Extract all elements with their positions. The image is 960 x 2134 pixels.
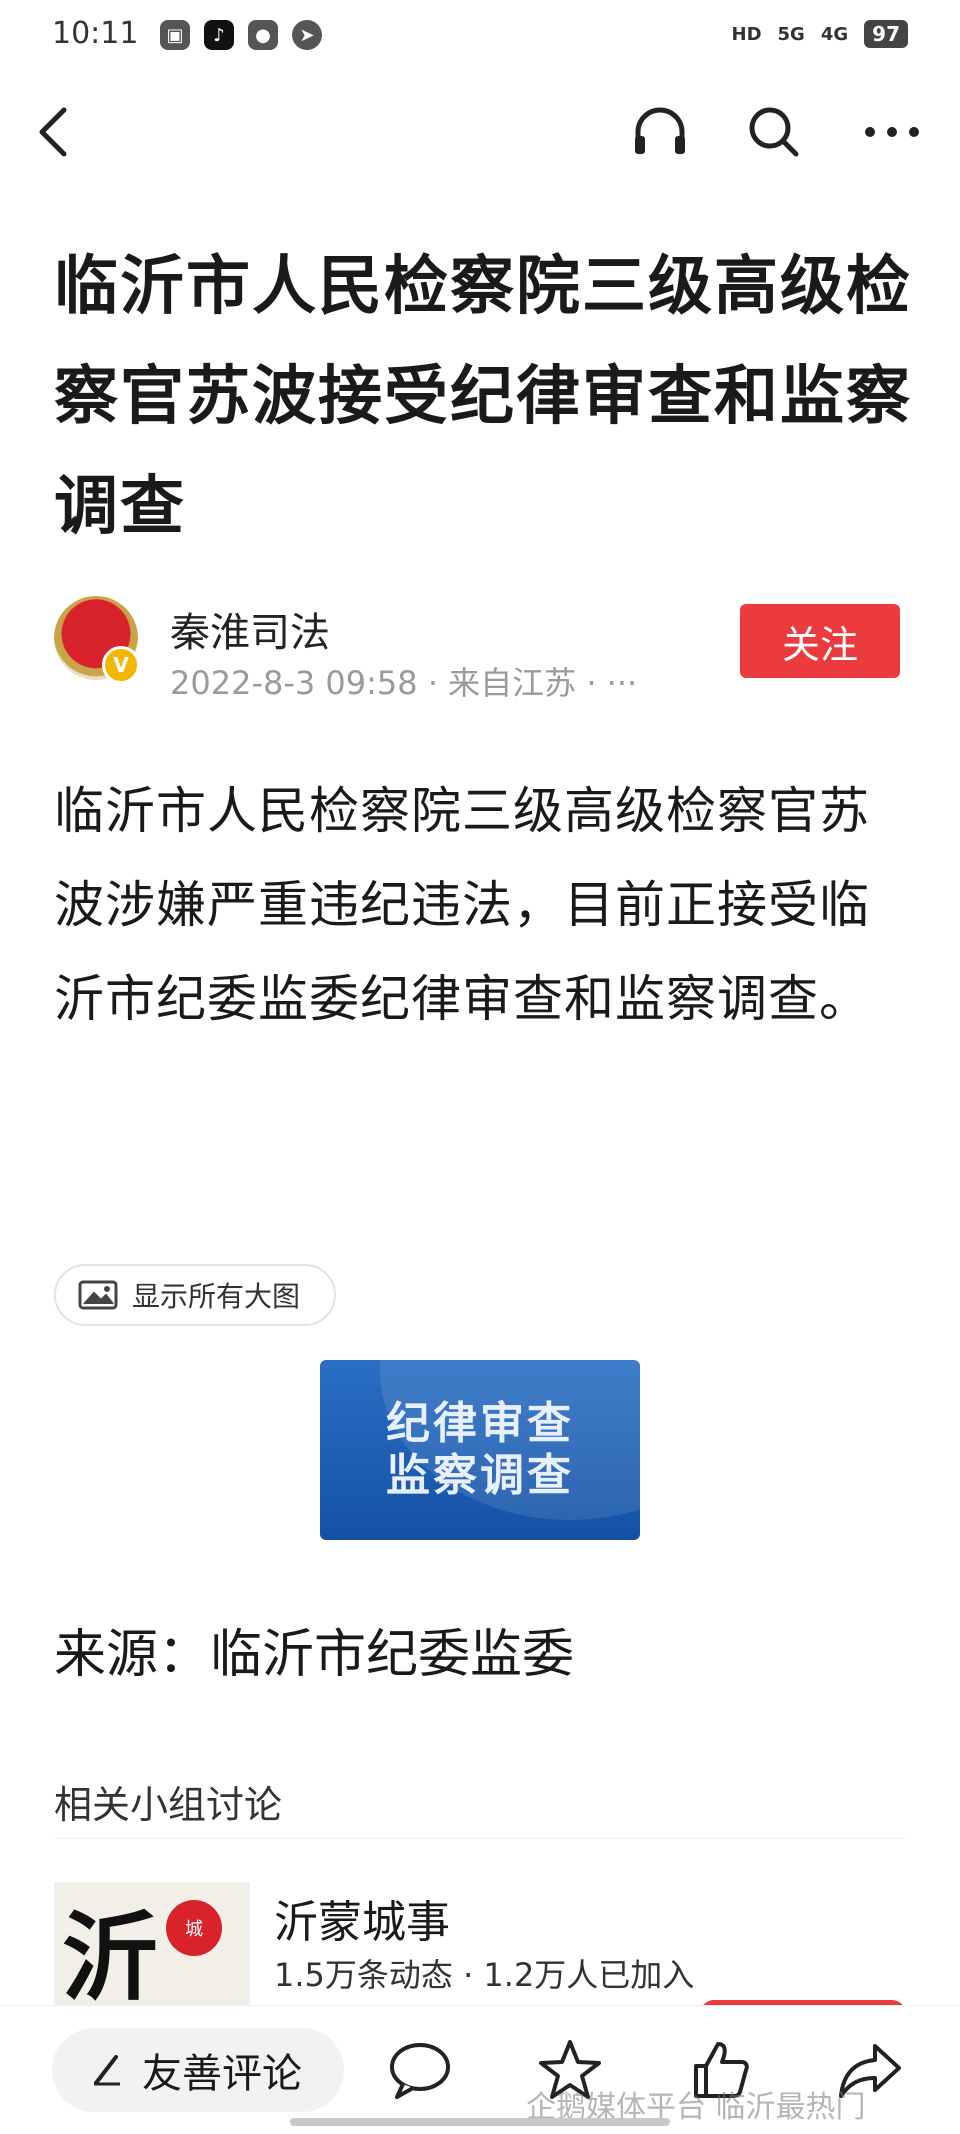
- related-section-title: 相关小组讨论: [54, 1783, 283, 1827]
- image-caption-line-1: 纪律审查: [386, 1398, 574, 1449]
- more-icon: [865, 127, 919, 137]
- author-meta: 2022-8-3 09:58 · 来自江苏 · ···: [170, 664, 638, 702]
- back-button[interactable]: [18, 96, 90, 168]
- show-all-images-label: 显示所有大图: [132, 1280, 301, 1313]
- comment-icon: [390, 2043, 450, 2099]
- headphones-icon: [635, 107, 685, 154]
- comment-input-button[interactable]: 友善评论: [52, 2028, 344, 2112]
- search-icon: [749, 107, 799, 157]
- listen-button[interactable]: [624, 96, 696, 168]
- group-name[interactable]: 沂蒙城事: [274, 1886, 450, 1950]
- tiktok-icon: ♪: [204, 20, 234, 50]
- verified-badge: V: [102, 646, 140, 684]
- show-all-images-button[interactable]: 显示所有大图: [54, 1264, 336, 1326]
- search-button[interactable]: [738, 96, 810, 168]
- group-seal-icon: 城: [166, 1900, 222, 1956]
- more-button[interactable]: [856, 96, 928, 168]
- status-time: 10:11: [52, 16, 139, 51]
- section-divider: [54, 1838, 906, 1839]
- group-thumbnail[interactable]: 沂 城: [54, 1882, 250, 2012]
- comment-label: 友善评论: [142, 2051, 302, 2097]
- group-stats: 1.5万条动态 · 1.2万人已加入: [274, 1956, 695, 1994]
- follow-button[interactable]: 关注: [740, 604, 900, 678]
- pen-icon: [94, 2055, 120, 2086]
- group-thumbnail-art: 沂: [62, 1901, 158, 2012]
- article-source: 来源：临沂市纪委监委: [54, 1625, 575, 1685]
- hd-label: HD: [731, 23, 762, 45]
- 5g-label: 5G: [777, 23, 805, 45]
- 4g-label: 4G: [820, 23, 849, 45]
- status-indicators: HD 5G 4G 97: [732, 20, 908, 48]
- compass-icon: ➤: [292, 20, 322, 50]
- sim-manager-icon: ▣: [160, 20, 190, 50]
- image-caption-line-2: 监察调查: [386, 1450, 574, 1501]
- status-app-icons: ▣ ♪ ● ➤: [160, 20, 322, 50]
- article-body: 临沂市人民检察院三级高级检察官苏波涉嫌严重违纪违法，目前正接受临沂市纪委监委纪律…: [54, 782, 870, 1028]
- article-image[interactable]: 纪律审查 监察调查: [320, 1360, 640, 1540]
- author-name[interactable]: 秦淮司法: [170, 600, 330, 658]
- wechat-icon: ●: [248, 20, 278, 50]
- back-icon: [39, 107, 67, 157]
- image-icon: [78, 1280, 118, 1310]
- comments-button[interactable]: [380, 2030, 460, 2110]
- article-title: 临沂市人民检察院三级高级检察官苏波接受纪律审查和监察调查: [54, 250, 912, 544]
- home-indicator[interactable]: [290, 2118, 670, 2126]
- battery-icon: 97: [864, 20, 908, 48]
